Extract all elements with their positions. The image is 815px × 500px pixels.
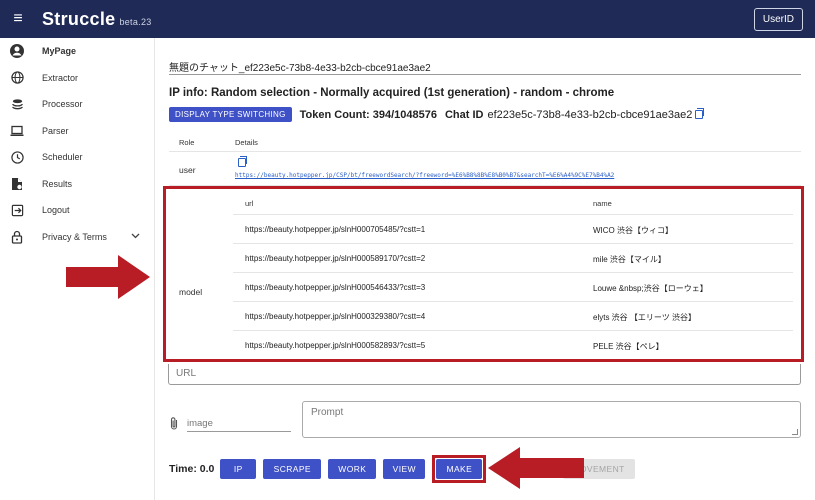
sidebar-item-privacy-terms[interactable]: Privacy & Terms [0, 224, 154, 251]
brand-name: Struccle [42, 8, 116, 29]
make-button-highlight: MAKE [432, 455, 487, 483]
hamburger-menu-icon[interactable]: ≡ [0, 10, 36, 28]
token-count: Token Count: 394/1048576 [299, 108, 437, 121]
info-row: DISPLAY TYPE SWITCHING Token Count: 394/… [169, 107, 705, 122]
sidebar-item-label: Logout [42, 205, 70, 216]
name-cell: elyts 渋谷 【エリーツ 渋谷】 [593, 313, 696, 322]
prompt-textarea[interactable]: Prompt [302, 401, 801, 438]
scrape-button[interactable]: SCRAPE [263, 459, 322, 479]
sidebar-item-label: Processor [42, 99, 83, 110]
model-row-highlight: model url name https://beauty.hotpepper.… [163, 186, 804, 362]
make-button[interactable]: MAKE [436, 459, 483, 479]
app-header: ≡ Struccle beta.23 UserID [0, 0, 815, 38]
document-icon [0, 177, 34, 191]
brand-version: beta.23 [119, 16, 152, 27]
sidebar-item-label: Privacy & Terms [42, 231, 107, 242]
table-header: Role Details [169, 134, 801, 152]
url-cell: https://beauty.hotpepper.jp/slnH00058917… [245, 254, 426, 263]
display-type-switching-button[interactable]: DISPLAY TYPE SWITCHING [169, 107, 292, 122]
sidebar-item-label: Parser [42, 125, 69, 136]
userid-button[interactable]: UserID [753, 8, 803, 31]
role-cell: model [179, 287, 203, 297]
table-row: user https://beauty.hotpepper.jp/CSP/bt/… [169, 152, 801, 186]
elapsed-time: Time: 0.0 [169, 463, 215, 475]
sidebar-item-logout[interactable]: Logout [0, 197, 154, 224]
sidebar-item-label: Results [42, 178, 73, 189]
column-header-url: url [245, 199, 254, 208]
laptop-icon [0, 125, 34, 137]
sidebar-item-results[interactable]: Results [0, 171, 154, 198]
role-cell: user [179, 165, 196, 175]
sidebar-item-label: Scheduler [42, 152, 83, 163]
clock-icon [0, 151, 34, 164]
sidebar-item-extractor[interactable]: Extractor [0, 65, 154, 92]
work-button[interactable]: WORK [328, 459, 377, 479]
ip-button[interactable]: IP [220, 459, 257, 479]
column-header-details: Details [235, 138, 258, 147]
layers-icon [0, 98, 34, 111]
annotation-arrow-right [66, 255, 150, 299]
name-cell: WICO 渋谷【ウィコ】 [593, 226, 673, 235]
view-button[interactable]: VIEW [383, 459, 426, 479]
chat-title-field[interactable]: 無題のチャット_ef223e5c-73b8-4e33-b2cb-cbce91ae… [169, 55, 801, 75]
name-cell: Louwe &nbsp;渋谷【ローウェ】 [593, 284, 708, 293]
column-header-name: name [593, 199, 612, 208]
table-row: https://beauty.hotpepper.jp/slnH00058917… [233, 244, 793, 273]
image-input[interactable]: image [187, 414, 291, 432]
sidebar-item-mypage[interactable]: MyPage [0, 38, 154, 65]
prompt-placeholder: Prompt [311, 407, 344, 418]
table-header: url name [233, 193, 793, 215]
resize-handle[interactable] [792, 429, 798, 435]
lock-icon [0, 230, 34, 244]
brand-logo[interactable]: Struccle beta.23 [42, 9, 152, 30]
sidebar-item-label: MyPage [42, 46, 77, 57]
sidebar-item-processor[interactable]: Processor [0, 91, 154, 118]
ip-info-text: IP info: Random selection - Normally acq… [169, 87, 615, 99]
model-result-table: url name https://beauty.hotpepper.jp/sln… [233, 193, 793, 360]
chat-id-label: Chat ID [444, 108, 484, 121]
table-row: https://beauty.hotpepper.jp/slnH00032938… [233, 302, 793, 331]
chevron-down-icon[interactable] [131, 231, 140, 241]
paperclip-icon[interactable] [169, 416, 181, 430]
url-cell: https://beauty.hotpepper.jp/slnH00058289… [245, 341, 426, 350]
main-content: 無題のチャット_ef223e5c-73b8-4e33-b2cb-cbce91ae… [155, 38, 815, 500]
table-row: https://beauty.hotpepper.jp/slnH00054643… [233, 273, 793, 302]
logout-icon [0, 204, 34, 217]
copy-icon[interactable] [695, 107, 705, 119]
sidebar-item-scheduler[interactable]: Scheduler [0, 144, 154, 171]
url-cell: https://beauty.hotpepper.jp/slnH00032938… [245, 312, 426, 321]
table-row: https://beauty.hotpepper.jp/slnH00058289… [233, 331, 793, 360]
name-cell: PELE 渋谷【ペレ】 [593, 342, 664, 351]
annotation-arrow-left [488, 447, 584, 489]
globe-icon [0, 71, 34, 84]
url-input[interactable]: URL [168, 364, 801, 385]
copy-icon[interactable] [238, 156, 247, 167]
chat-id-value: ef223e5c-73b8-4e33-b2cb-cbce91ae3ae2 [487, 108, 693, 121]
sidebar-item-label: Extractor [42, 72, 79, 83]
table-row: https://beauty.hotpepper.jp/slnH00070548… [233, 215, 793, 244]
column-header-role: Role [179, 138, 195, 147]
url-cell: https://beauty.hotpepper.jp/slnH00054643… [245, 283, 426, 292]
account-circle-icon [0, 43, 34, 59]
chat-id: Chat ID ef223e5c-73b8-4e33-b2cb-cbce91ae3… [444, 107, 705, 121]
user-query-link[interactable]: https://beauty.hotpepper.jp/CSP/bt/freew… [235, 172, 614, 179]
url-cell: https://beauty.hotpepper.jp/slnH00070548… [245, 225, 426, 234]
sidebar-item-parser[interactable]: Parser [0, 118, 154, 145]
name-cell: mile 渋谷【マイル】 [593, 255, 666, 264]
